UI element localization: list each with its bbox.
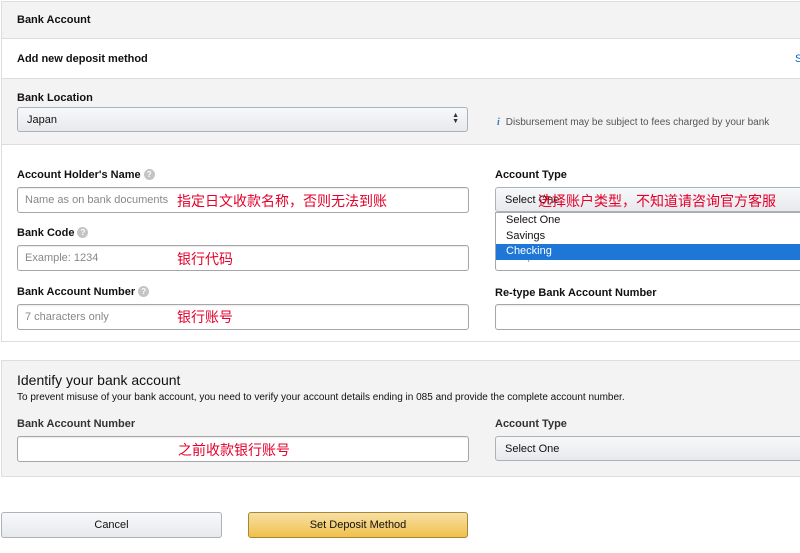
account-type-annotation: 选择账户类型，不知道请咨询官方客服 (538, 193, 776, 209)
option-select-one[interactable]: Select One (496, 213, 800, 229)
option-checking[interactable]: Checking (496, 244, 800, 260)
account-number-annotation: 银行账号 (177, 309, 233, 325)
bank-location-select[interactable]: Japan ▲ ▼ (17, 107, 468, 132)
question-icon[interactable]: ? (77, 227, 89, 238)
account-type-dropdown[interactable]: Select One Savings Checking (495, 212, 800, 260)
identify-description: To prevent misuse of your bank account, … (17, 392, 625, 403)
section-title: Add new deposit method (17, 53, 148, 65)
set-deposit-method-button[interactable]: Set Deposit Method (248, 512, 468, 538)
identify-number-label: Bank Account Number (17, 418, 136, 430)
page-title: Bank Account (17, 14, 91, 26)
account-type-label: Account Type (495, 169, 567, 181)
question-icon[interactable]: ? (143, 169, 155, 180)
holder-name-label: Account Holder's Name? (17, 169, 155, 181)
question-icon[interactable]: ? (138, 286, 150, 297)
info-icon: i (497, 117, 500, 128)
bank-code-input[interactable] (17, 245, 469, 271)
bank-account-header: Bank Account (1, 1, 800, 39)
identify-type-value: Select One (505, 443, 560, 455)
retype-account-label: Re-type Bank Account Number (495, 287, 657, 299)
bank-code-label: Bank Code? (17, 227, 89, 239)
identify-type-label: Account Type (495, 418, 567, 430)
bank-location-value: Japan (27, 114, 57, 126)
account-number-label: Bank Account Number? (17, 286, 150, 298)
identify-title: Identify your bank account (17, 372, 181, 388)
retype-account-input[interactable] (495, 304, 800, 330)
holder-annotation: 指定日文收款名称，否则无法到账 (177, 193, 387, 209)
identify-type-select[interactable]: Select One (495, 436, 800, 461)
edge-link[interactable]: S (795, 53, 800, 65)
account-number-input[interactable] (17, 304, 469, 330)
fee-note: i Disbursement may be subject to fees cha… (497, 117, 769, 128)
select-arrows-icon: ▲ ▼ (452, 112, 459, 125)
identify-number-annotation: 之前收款银行账号 (178, 442, 290, 458)
fee-note-text: Disbursement may be subject to fees char… (505, 117, 770, 128)
cancel-button[interactable]: Cancel (1, 512, 222, 538)
add-deposit-subheader: Add new deposit method S (1, 38, 800, 79)
option-savings[interactable]: Savings (496, 229, 800, 245)
bank-location-label: Bank Location (17, 92, 93, 104)
bank-code-annotation: 银行代码 (177, 251, 233, 267)
